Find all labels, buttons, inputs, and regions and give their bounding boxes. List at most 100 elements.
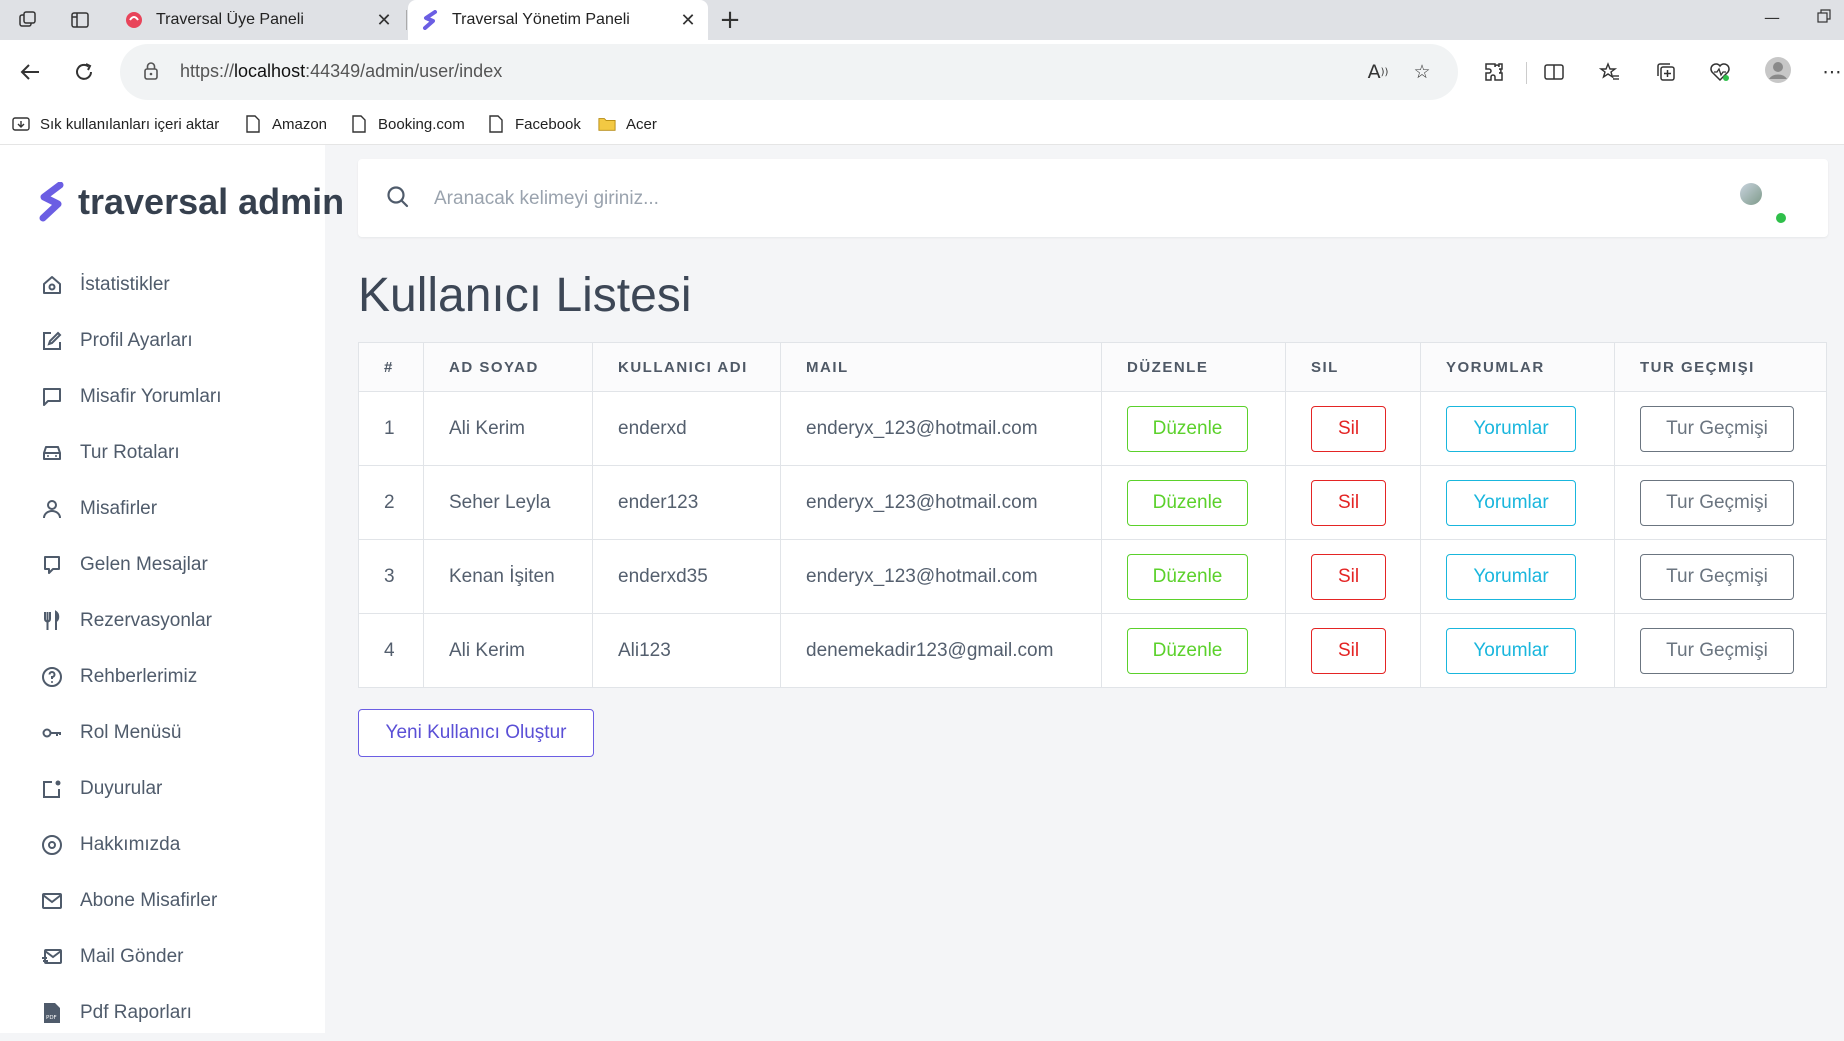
favorites-icon[interactable] bbox=[1596, 58, 1624, 86]
sidebar-item-label: Misafirler bbox=[80, 498, 158, 519]
sidebar-item-label: Abone Misafirler bbox=[80, 890, 218, 911]
sidebar-item-label: Pdf Raporları bbox=[80, 1002, 192, 1023]
table-header-row: # AD SOYAD KULLANICI ADI MAIL DÜZENLE SI… bbox=[358, 342, 1827, 392]
sidebar-item-profil-ayarlari[interactable]: Profil Ayarları bbox=[40, 313, 222, 369]
workspaces-icon[interactable] bbox=[14, 6, 42, 34]
edit-button[interactable]: Düzenle bbox=[1127, 405, 1248, 452]
sidebar-item-misafirler[interactable]: Misafirler bbox=[40, 481, 222, 537]
extensions-icon[interactable] bbox=[1480, 58, 1508, 86]
edit-button[interactable]: Düzenle bbox=[1127, 553, 1248, 600]
tab-yonetim-paneli[interactable]: Traversal Yönetim Paneli ✕ bbox=[408, 0, 708, 40]
read-aloud-icon[interactable]: A)) bbox=[1364, 58, 1392, 86]
cell-delete: Sil bbox=[1285, 613, 1421, 688]
search-icon[interactable] bbox=[386, 185, 412, 211]
brand-logo-icon bbox=[38, 181, 66, 222]
sidebar-item-hakkimizda[interactable]: Hakkımızda bbox=[40, 817, 222, 873]
cell-id: 3 bbox=[358, 539, 424, 614]
new-user-button[interactable]: Yeni Kullanıcı Oluştur bbox=[358, 709, 594, 757]
delete-button[interactable]: Sil bbox=[1311, 405, 1386, 452]
notification-icon bbox=[40, 777, 64, 801]
sidebar-item-istatistikler[interactable]: İstatistikler bbox=[40, 257, 222, 313]
cell-comments: Yorumlar bbox=[1420, 391, 1615, 466]
refresh-icon[interactable] bbox=[70, 58, 98, 86]
table-row: 2 Seher Leyla ender123 enderyx_123@hotma… bbox=[358, 465, 1827, 540]
sidebar-item-rezervasyonlar[interactable]: Rezervasyonlar bbox=[40, 593, 222, 649]
cell-username: Ali123 bbox=[592, 613, 781, 688]
bookmark-booking[interactable]: Booking.com bbox=[350, 113, 465, 135]
profile-avatar-icon[interactable] bbox=[1764, 56, 1792, 84]
cell-comments: Yorumlar bbox=[1420, 613, 1615, 688]
sidebar-item-label: Gelen Mesajlar bbox=[80, 554, 208, 575]
sidebar-item-gelen-mesajlar[interactable]: Gelen Mesajlar bbox=[40, 537, 222, 593]
vertical-tabs-icon[interactable] bbox=[66, 6, 94, 34]
more-options-icon[interactable]: ⋯ bbox=[1818, 58, 1844, 86]
new-tab-icon[interactable]: + bbox=[716, 5, 744, 35]
sidebar-item-tur-rotalari[interactable]: Tur Rotaları bbox=[40, 425, 222, 481]
bookmark-label: Amazon bbox=[272, 115, 328, 133]
bookmark-acer[interactable]: Acer bbox=[598, 113, 657, 135]
online-status-dot bbox=[1776, 213, 1786, 223]
sidebar-item-rehberlerimiz[interactable]: Rehberlerimiz bbox=[40, 649, 222, 705]
bookmark-facebook[interactable]: Facebook bbox=[487, 113, 581, 135]
comments-button[interactable]: Yorumlar bbox=[1446, 627, 1576, 674]
restore-icon[interactable] bbox=[1816, 8, 1832, 28]
comments-button[interactable]: Yorumlar bbox=[1446, 479, 1576, 526]
bookmarks-bar: Sık kullanılanları içeri aktar Amazon Bo… bbox=[0, 104, 1844, 145]
tab-favicon-icon bbox=[124, 10, 144, 30]
delete-button[interactable]: Sil bbox=[1311, 479, 1386, 526]
sidebar-item-misafir-yorumlari[interactable]: Misafir Yorumları bbox=[40, 369, 222, 425]
toolbar-divider bbox=[1526, 62, 1527, 84]
sidebar-item-abone-misafirler[interactable]: Abone Misafirler bbox=[40, 873, 222, 929]
delete-button[interactable]: Sil bbox=[1311, 627, 1386, 674]
edit-button[interactable]: Düzenle bbox=[1127, 627, 1248, 674]
close-icon[interactable]: ✕ bbox=[372, 10, 396, 31]
folder-icon bbox=[598, 115, 616, 133]
bookmark-import[interactable]: Sık kullanılanları içeri aktar bbox=[12, 113, 219, 135]
close-icon[interactable]: ✕ bbox=[676, 10, 700, 31]
address-bar[interactable]: https://localhost:44349/admin/user/index… bbox=[120, 44, 1458, 100]
home-icon bbox=[40, 273, 64, 297]
bookmark-amazon[interactable]: Amazon bbox=[244, 113, 327, 135]
edit-button[interactable]: Düzenle bbox=[1127, 479, 1248, 526]
favorite-star-icon[interactable]: ☆ bbox=[1408, 58, 1436, 86]
sidebar-item-duyurular[interactable]: Duyurular bbox=[40, 761, 222, 817]
browser-essentials-icon[interactable] bbox=[1706, 58, 1734, 86]
sidebar-item-mail-gonder[interactable]: Mail Gönder bbox=[40, 929, 222, 985]
page-icon bbox=[244, 115, 262, 133]
cell-mail: denemekadir123@gmail.com bbox=[780, 613, 1102, 688]
address-toolbar: https://localhost:44349/admin/user/index… bbox=[0, 40, 1844, 104]
sidebar-item-rol-menusu[interactable]: Rol Menüsü bbox=[40, 705, 222, 761]
cell-mail: enderyx_123@hotmail.com bbox=[780, 465, 1102, 540]
tab-uye-paneli[interactable]: Traversal Üye Paneli ✕ bbox=[112, 0, 404, 40]
sidebar-item-label: Rehberlerimiz bbox=[80, 666, 198, 687]
table-row: 4 Ali Kerim Ali123 denemekadir123@gmail.… bbox=[358, 613, 1827, 688]
cell-username: ender123 bbox=[592, 465, 781, 540]
col-header-history: TUR GEÇMIŞI bbox=[1614, 342, 1827, 392]
disc-icon bbox=[40, 833, 64, 857]
brand[interactable]: traversal admin bbox=[38, 181, 344, 223]
minimize-icon[interactable]: — bbox=[1764, 8, 1780, 27]
tour-history-button[interactable]: Tur Geçmişi bbox=[1640, 553, 1794, 600]
delete-button[interactable]: Sil bbox=[1311, 553, 1386, 600]
tour-history-button[interactable]: Tur Geçmişi bbox=[1640, 405, 1794, 452]
chat-icon bbox=[40, 553, 64, 577]
search-input[interactable] bbox=[432, 183, 1436, 215]
cell-comments: Yorumlar bbox=[1420, 539, 1615, 614]
comments-button[interactable]: Yorumlar bbox=[1446, 405, 1576, 452]
url-text[interactable]: https://localhost:44349/admin/user/index bbox=[180, 61, 502, 82]
comments-button[interactable]: Yorumlar bbox=[1446, 553, 1576, 600]
users-table: # AD SOYAD KULLANICI ADI MAIL DÜZENLE SI… bbox=[358, 342, 1827, 688]
cell-username: enderxd bbox=[592, 391, 781, 466]
avatar[interactable] bbox=[1740, 183, 1762, 205]
utensils-icon bbox=[40, 609, 64, 633]
tour-history-button[interactable]: Tur Geçmişi bbox=[1640, 627, 1794, 674]
lock-icon[interactable] bbox=[142, 61, 162, 83]
collections-icon[interactable] bbox=[1652, 58, 1680, 86]
back-icon[interactable] bbox=[16, 58, 44, 86]
tour-history-button[interactable]: Tur Geçmişi bbox=[1640, 479, 1794, 526]
sidebar-item-label: Hakkımızda bbox=[80, 834, 181, 855]
cell-edit: Düzenle bbox=[1101, 539, 1286, 614]
split-screen-icon[interactable] bbox=[1540, 58, 1568, 86]
cell-name: Kenan İşiten bbox=[423, 539, 593, 614]
cell-delete: Sil bbox=[1285, 539, 1421, 614]
